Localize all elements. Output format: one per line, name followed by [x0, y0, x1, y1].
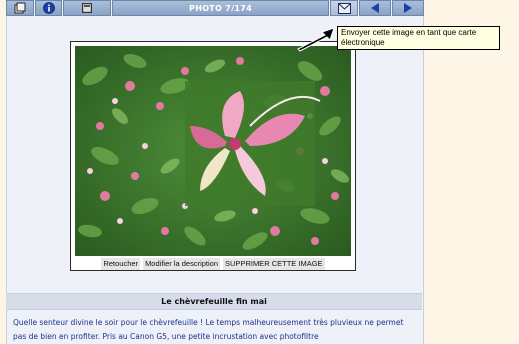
photo-actions: Retoucher Modifier la description SUPPRI… — [71, 258, 355, 270]
slideshow-button[interactable] — [63, 0, 111, 16]
pointer-cursor — [294, 26, 336, 52]
edit-description-link[interactable]: Modifier la description — [143, 258, 221, 270]
photo-title: Le chèvrefeuille fin mai — [161, 297, 267, 306]
photo-toolbar: PHOTO 7/174 — [6, 0, 424, 18]
slideshow-icon — [80, 0, 94, 18]
info-icon — [42, 0, 55, 18]
send-ecard-button[interactable] — [330, 0, 358, 16]
retouch-link[interactable]: Retoucher — [101, 258, 141, 270]
photo-title-bar: Le chèvrefeuille fin mai — [6, 293, 422, 310]
photo-frame: Retoucher Modifier la description SUPPRI… — [70, 41, 356, 271]
photo-counter-bar: PHOTO 7/174 — [112, 0, 329, 16]
honeysuckle-photo[interactable] — [75, 46, 351, 256]
delete-image-link[interactable]: SUPPRIMER CETTE IMAGE — [223, 258, 325, 270]
next-button[interactable] — [392, 0, 424, 16]
gallery-button[interactable] — [6, 0, 34, 16]
honeysuckle-image — [75, 46, 351, 256]
info-button[interactable] — [35, 0, 62, 16]
previous-button[interactable] — [359, 0, 391, 16]
email-card-icon — [337, 0, 351, 18]
next-arrow-icon — [403, 0, 413, 18]
previous-arrow-icon — [370, 0, 380, 18]
photo-counter: PHOTO 7/174 — [189, 3, 252, 13]
photo-description: Quelle senteur divine le soir pour le ch… — [13, 318, 404, 341]
gallery-icon — [14, 0, 26, 18]
ecard-tooltip: Envoyer cette image en tant que carte él… — [337, 26, 500, 50]
